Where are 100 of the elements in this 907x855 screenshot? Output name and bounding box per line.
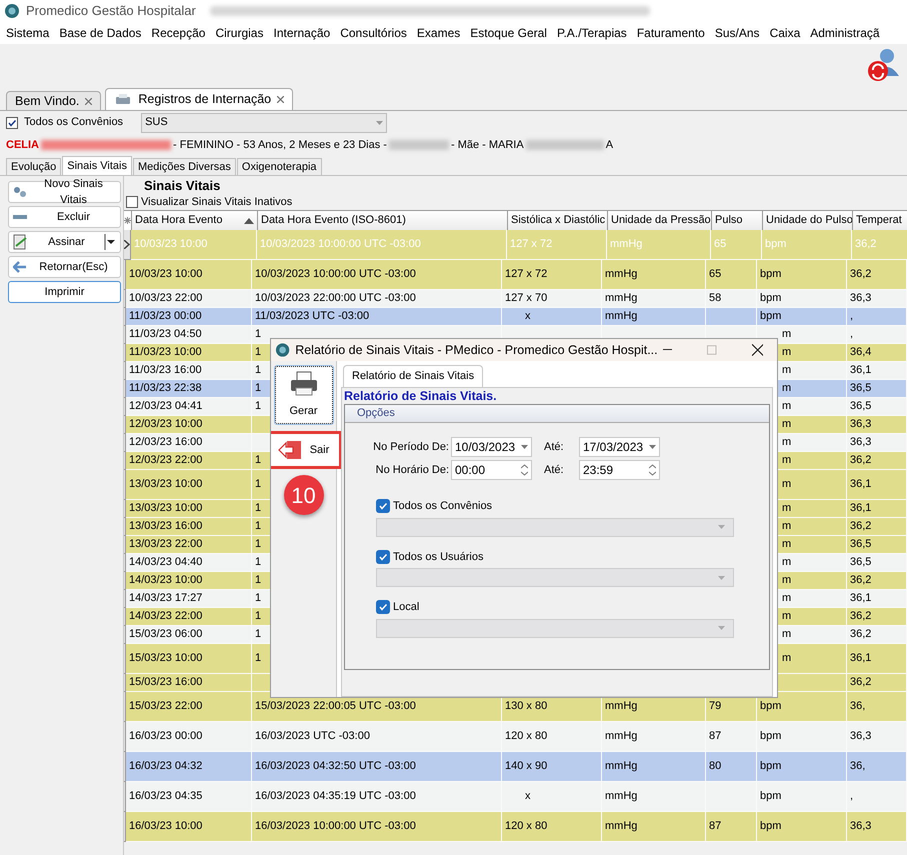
step-badge: 10: [284, 475, 324, 515]
column-header[interactable]: Temperat: [853, 211, 907, 230]
dropdown-caret-icon[interactable]: [104, 234, 116, 250]
dialog-button[interactable]: Gerar: [274, 365, 334, 425]
table-cell-text: bpm: [760, 699, 782, 714]
column-header[interactable]: Unidade da Pressão: [608, 211, 712, 230]
column-header[interactable]: Sistólica x Diastólic: [508, 211, 608, 230]
checkbox[interactable]: [376, 499, 390, 514]
asterisk-icon: [124, 217, 131, 224]
checkmark-icon: [7, 118, 17, 128]
section-tab[interactable]: Oxigenoterapia: [236, 158, 322, 175]
table-cell-text: 12/03/23 16:00: [129, 435, 202, 450]
table-cell-text: mmHg: [605, 789, 638, 804]
table-row[interactable]: 16/03/23 04:35 16/03/2023 04:35:19 UTC -03:00 x mmHg bpm ,: [126, 782, 907, 812]
menu-item[interactable]: Internação: [273, 24, 330, 42]
dropdown-arrow-icon: [649, 445, 656, 449]
table-row[interactable]: 16/03/23 10:00 16/03/2023 10:00:00 UTC -03:00 120 x 80 mmHg 87 bpm 36,3: [126, 812, 907, 842]
document-tab[interactable]: Registros de Internação: [105, 88, 294, 110]
date-field[interactable]: 17/03/2023: [579, 437, 660, 457]
action-button[interactable]: Assinar: [8, 231, 121, 253]
minimize-icon[interactable]: [662, 349, 672, 351]
dialog-button[interactable]: Sair: [271, 431, 342, 469]
action-button[interactable]: Excluir: [8, 206, 121, 228]
menu-item[interactable]: Consultórios: [340, 24, 407, 42]
table-cell-text: m: [781, 627, 792, 642]
column-header[interactable]: Data Hora Evento: [132, 211, 258, 230]
table-cell-text: 120 x 80: [505, 729, 548, 744]
date-field[interactable]: 10/03/2023: [451, 437, 532, 457]
section-title: Sinais Vitais: [143, 177, 222, 194]
table-cell-text: 36,5: [850, 555, 872, 570]
menu-item[interactable]: Estoque Geral: [470, 24, 547, 42]
table-cell-text: 16/03/23 04:35: [129, 789, 202, 804]
table-cell-text: 1: [255, 501, 262, 516]
group-header: Opções: [345, 405, 769, 423]
table-cell-text: mmHg: [605, 267, 638, 282]
table-row[interactable]: 16/03/23 04:32 16/03/2023 04:32:50 UTC -03:00 140 x 90 mmHg 80 bpm 36,: [126, 752, 907, 782]
action-button[interactable]: Imprimir: [8, 281, 121, 303]
menu-item[interactable]: Caixa: [770, 24, 800, 42]
table-row[interactable]: 10/03/23 22:00 10/03/2023 22:00:00 UTC -03:00 127 x 70 mmHg 58 bpm 36,3: [126, 290, 907, 308]
checkbox[interactable]: [126, 196, 138, 208]
table-cell-text: 36,5: [850, 399, 872, 414]
action-button[interactable]: Novo Sinais Vitais: [8, 181, 121, 203]
section-tab[interactable]: Sinais Vitais: [62, 156, 132, 175]
redaction-blur: [388, 140, 449, 150]
time-field[interactable]: 00:00: [451, 460, 532, 480]
user-refresh-icon[interactable]: [865, 46, 899, 82]
menu-item[interactable]: Cirurgias: [215, 24, 264, 42]
table-row[interactable]: 16/03/23 00:00 16/03/2023 UTC -03:00 120 x 80 mmHg 87 bpm 36,3: [126, 722, 907, 752]
table-cell-text: m: [781, 573, 792, 588]
table-cell-text: 36,: [850, 759, 866, 774]
select-field[interactable]: [376, 618, 734, 638]
column-header[interactable]: Pulso: [712, 211, 763, 230]
close-icon[interactable]: [752, 344, 763, 356]
app-logo-icon: [275, 342, 290, 358]
table-cell-text: 10/03/2023 22:00:00 UTC -03:00: [255, 291, 416, 306]
table-cell-text: m: [781, 555, 792, 570]
menu-item[interactable]: Faturamento: [636, 24, 705, 42]
checkbox[interactable]: [376, 550, 390, 564]
dialog-tab[interactable]: Relatório de Sinais Vitais: [343, 365, 484, 387]
table-cell-text: 13/03/23 10:00: [129, 501, 202, 516]
table-row[interactable]: 10/03/23 10:00 10/03/2023 10:00:00 UTC -03:00 127 x 72 mmHg 65 bpm 36,2: [126, 260, 907, 290]
table-cell-text: bpm: [760, 267, 782, 282]
table-cell-text: 36,5: [850, 537, 872, 552]
table-cell-text: m: [781, 651, 792, 666]
menu-item[interactable]: Base de Dados: [59, 24, 142, 42]
dropdown-arrow-icon: [718, 525, 725, 529]
table-cell-text: 79: [709, 699, 722, 714]
column-header[interactable]: Data Hora Evento (ISO-8601): [258, 211, 508, 230]
menu-item[interactable]: Sus/Ans: [714, 24, 760, 42]
section-tab[interactable]: Evolução: [6, 158, 62, 175]
table-cell-text: 13/03/23 22:00: [129, 537, 202, 552]
menu-item[interactable]: Sistema: [6, 24, 50, 42]
insurance-select[interactable]: SUS: [141, 112, 388, 132]
menu-item[interactable]: Administraçã: [810, 24, 880, 42]
table-cell-text: mmHg: [605, 819, 638, 834]
app-logo-icon: [4, 3, 20, 19]
action-button[interactable]: Retornar(Esc): [8, 256, 121, 278]
section-tab[interactable]: Medições Diversas: [132, 158, 236, 175]
menu-item[interactable]: P.A./Terapias: [556, 24, 627, 42]
table-cell-text: x: [524, 789, 530, 804]
dropdown-arrow-icon: [718, 626, 725, 630]
select-field[interactable]: [376, 518, 734, 536]
menu-item[interactable]: Exames: [416, 24, 460, 42]
table-cell-text: mmHg: [605, 759, 638, 774]
table-cell-text: 15/03/23 16:00: [129, 675, 202, 690]
menu-item[interactable]: Recepção: [151, 24, 206, 42]
checkbox-label: Visualizar Sinais Vitais Inativos: [141, 194, 292, 210]
table-cell-text: m: [781, 591, 792, 606]
field-label: Até:: [543, 440, 565, 455]
checkbox[interactable]: [376, 600, 390, 614]
document-tab[interactable]: Bem Vindo.: [6, 91, 102, 110]
checkbox-label: Todos os Convênios: [393, 499, 492, 514]
checkbox-label: Todos os Usuários: [393, 550, 484, 564]
time-field[interactable]: 23:59: [579, 460, 660, 480]
select-field[interactable]: [376, 568, 734, 587]
table-cell-text: 36,2: [850, 675, 872, 690]
column-header[interactable]: Unidade do Pulso: [763, 211, 853, 230]
checkbox[interactable]: [6, 116, 18, 128]
table-cell-text: 16/03/2023 UTC -03:00: [255, 729, 370, 744]
table-row[interactable]: 11/03/23 00:00 11/03/2023 UTC -03:00 x mmHg bpm ,: [126, 308, 907, 326]
